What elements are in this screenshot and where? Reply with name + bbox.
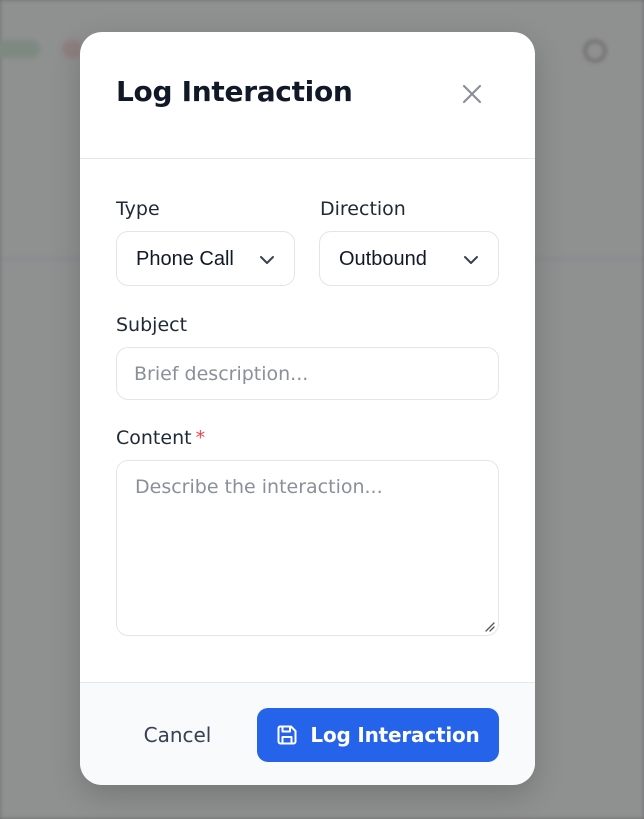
save-icon [277, 725, 297, 745]
close-icon [462, 84, 482, 104]
close-button[interactable] [458, 80, 486, 108]
subject-label: Subject [116, 314, 188, 336]
cancel-button[interactable]: Cancel [120, 710, 235, 760]
log-interaction-dialog: Log Interaction Type Phone Call Directio… [80, 32, 535, 785]
direction-select-value: Outbound [339, 248, 427, 270]
content-label: Content * [116, 427, 205, 449]
direction-label: Direction [320, 198, 406, 220]
dialog-footer: Cancel Log Interaction [80, 682, 535, 785]
type-label: Type [116, 198, 160, 220]
direction-select[interactable]: Outbound [319, 231, 499, 286]
content-label-text: Content [116, 427, 192, 449]
resize-handle-icon[interactable] [483, 620, 495, 632]
type-select[interactable]: Phone Call [116, 231, 295, 286]
chevron-down-icon [260, 256, 274, 264]
dialog-title: Log Interaction [116, 75, 353, 108]
subject-input[interactable] [116, 347, 499, 400]
type-select-value: Phone Call [136, 248, 234, 270]
content-textarea[interactable] [116, 460, 499, 636]
log-interaction-button[interactable]: Log Interaction [257, 708, 499, 762]
dialog-header: Log Interaction [80, 32, 535, 159]
required-asterisk: * [195, 427, 206, 449]
log-interaction-button-label: Log Interaction [310, 723, 480, 747]
chevron-down-icon [464, 256, 478, 264]
